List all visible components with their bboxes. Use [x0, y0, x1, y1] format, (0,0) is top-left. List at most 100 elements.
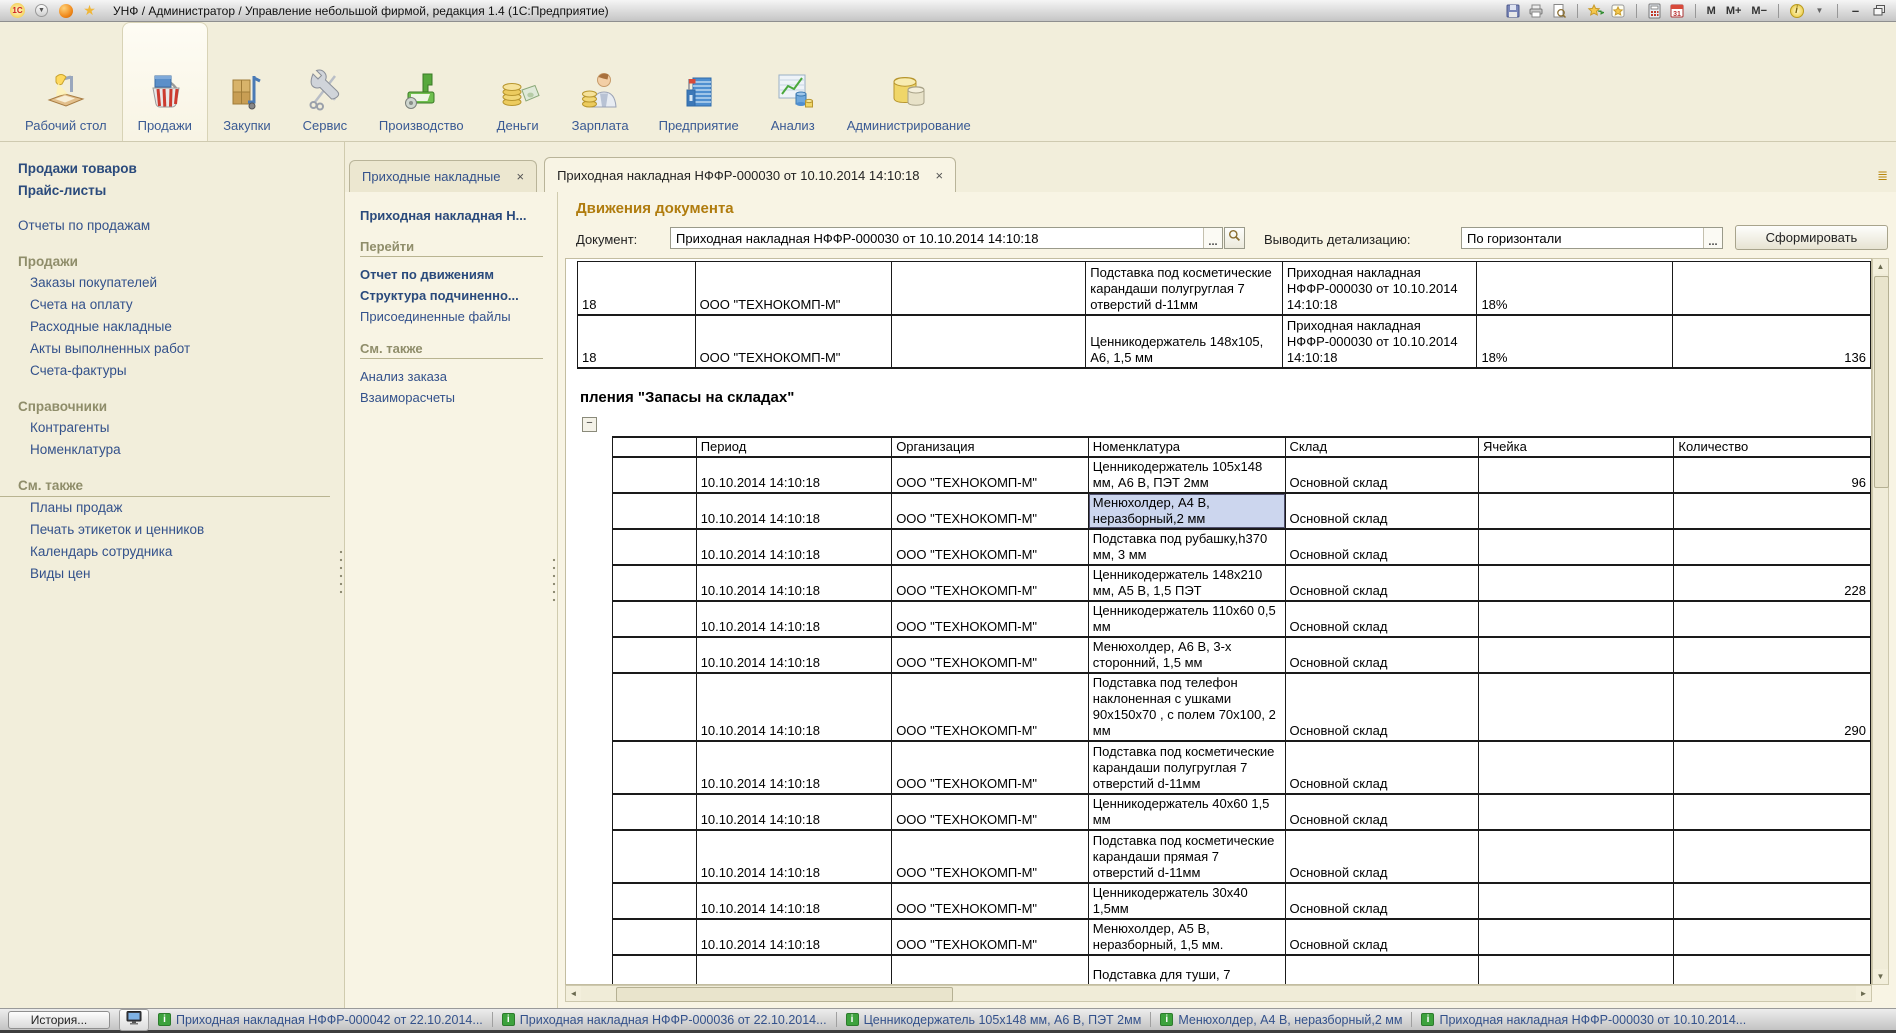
report-cell[interactable] [613, 830, 697, 883]
report-column-header[interactable]: Номенклатура [1088, 437, 1285, 457]
report-cell[interactable] [1478, 565, 1673, 601]
report-cell[interactable]: 18 [578, 262, 696, 315]
report-cell[interactable]: 18 [578, 315, 696, 368]
report-cell[interactable]: 10.10.2014 14:10:18 [696, 637, 892, 673]
selected-report-cell[interactable]: Менюхолдер, А4 В, неразборный,2 мм [1088, 493, 1285, 529]
scroll-right-icon[interactable]: ► [1856, 986, 1871, 1001]
report-cell[interactable]: 96 [1674, 457, 1871, 493]
report-cell[interactable] [892, 315, 1086, 368]
report-cell[interactable] [1674, 601, 1871, 637]
report-cell[interactable]: Основной склад [1285, 637, 1478, 673]
ribbon-tab-sales[interactable]: Продажи [122, 22, 208, 141]
favorites-list-icon[interactable] [1609, 2, 1628, 19]
taskbar-item[interactable]: iЦенникодержатель 105х148 мм, А6 В, ПЭТ … [846, 1013, 1142, 1027]
report-cell[interactable] [1674, 529, 1871, 565]
report-cell[interactable]: Основной склад [1285, 794, 1478, 830]
sidebar-item[interactable]: Счета на оплату [0, 294, 344, 316]
report-cell[interactable] [613, 565, 697, 601]
report-cell[interactable]: 10.10.2014 14:10:18 [696, 457, 892, 493]
report-cell[interactable] [613, 529, 697, 565]
report-cell[interactable]: Ценникодержатель 30х40 1,5мм [1088, 883, 1285, 919]
report-cell[interactable]: Ценникодержатель 148х210 мм, А5 В, 1,5 П… [1088, 565, 1285, 601]
calendar-icon[interactable]: 31 [1668, 2, 1687, 19]
report-cell[interactable] [1478, 830, 1673, 883]
report-column-header[interactable] [613, 437, 697, 457]
report-cell[interactable]: Менюхолдер, А6 В, 3-х сторонний, 1,5 мм [1088, 637, 1285, 673]
onec-logo-icon[interactable]: 1С [8, 2, 27, 19]
vertical-scroll-thumb[interactable] [1874, 276, 1889, 488]
report-cell[interactable]: Подставка под рубашку,h370 мм, 3 мм [1088, 529, 1285, 565]
report-cell[interactable] [1674, 830, 1871, 883]
report-cell[interactable] [1478, 529, 1673, 565]
report-cell[interactable] [613, 955, 697, 985]
report-cell[interactable] [1478, 955, 1673, 985]
report-cell[interactable]: Подставка под телефон наклоненная с ушка… [1088, 673, 1285, 741]
report-cell[interactable] [1674, 794, 1871, 830]
taskbar-item[interactable]: iПриходная накладная НФФР-000042 от 22.1… [158, 1013, 483, 1027]
report-column-header[interactable]: Период [696, 437, 892, 457]
report-cell[interactable]: Основной склад [1285, 601, 1478, 637]
report-cell[interactable]: 18% [1477, 315, 1672, 368]
document-open-button[interactable] [1224, 227, 1245, 249]
sidebar-item[interactable]: Расходные накладные [0, 316, 344, 338]
report-cell[interactable] [1478, 919, 1673, 955]
memory-recall-button[interactable]: M [1704, 5, 1719, 17]
ribbon-tab-service[interactable]: Сервис [286, 22, 364, 141]
report-cell[interactable]: ООО "ТЕХНОКОМП-М" [892, 794, 1089, 830]
report-cell[interactable] [1478, 794, 1673, 830]
report-cell[interactable] [613, 601, 697, 637]
detail-field[interactable]: По горизонтали ... [1461, 227, 1723, 249]
report-cell[interactable]: ООО "ТЕХНОКОМП-М" [892, 741, 1089, 794]
taskbar-item[interactable]: iПриходная накладная НФФР-000030 от 10.1… [1421, 1013, 1746, 1027]
report-cell[interactable] [1674, 637, 1871, 673]
nav-link[interactable]: Анализ заказа [360, 366, 557, 387]
report-cell[interactable] [1674, 955, 1871, 985]
report-cell[interactable]: ООО "ТЕХНОКОМП-М" [892, 601, 1089, 637]
sidebar-item[interactable]: Отчеты по продажам [0, 215, 344, 237]
report-cell[interactable]: Ценникодержатель 105х148 мм, А6 В, ПЭТ 2… [1088, 457, 1285, 493]
sidebar-item[interactable]: Заказы покупателей [0, 272, 344, 294]
document-select-button[interactable]: ... [1203, 228, 1222, 248]
show-desktop-button[interactable] [119, 1009, 149, 1031]
report-cell[interactable]: Подставка под косметические карандаши по… [1088, 741, 1285, 794]
report-cell[interactable]: 10.10.2014 14:10:18 [696, 794, 892, 830]
collapse-group-button[interactable]: − [582, 417, 597, 432]
report-cell[interactable]: Основной склад [1285, 457, 1478, 493]
favorites-star-icon[interactable]: ★ [80, 2, 99, 19]
report-cell[interactable]: 10.10.2014 14:10:18 [696, 529, 892, 565]
report-cell[interactable]: Приходная накладная НФФР-000030 от 10.10… [1282, 315, 1477, 368]
navpanel-splitter-grip[interactable] [552, 556, 556, 606]
report-cell[interactable]: 136 [1672, 315, 1870, 368]
ribbon-tab-salary[interactable]: Зарплата [557, 22, 644, 141]
report-cell[interactable]: ООО "ТЕХНОКОМП-М" [695, 315, 892, 368]
tab-incoming-invoices[interactable]: Приходные накладные× [349, 160, 537, 192]
menu-arrow-icon[interactable]: ▼ [32, 2, 51, 19]
document-field[interactable]: Приходная накладная НФФР-000030 от 10.10… [670, 227, 1223, 249]
report-column-header[interactable]: Организация [892, 437, 1089, 457]
report-cell[interactable]: ООО "ТЕХНОКОМП-М" [892, 955, 1089, 985]
report-cell[interactable]: Основной склад [1285, 830, 1478, 883]
report-cell[interactable]: ООО "ТЕХНОКОМП-М" [695, 262, 892, 315]
report-cell[interactable]: 10.10.2014 14:10:18 [696, 830, 892, 883]
report-cell[interactable]: ООО "ТЕХНОКОМП-М" [892, 673, 1089, 741]
sidebar-item[interactable]: Продажи товаров [0, 158, 344, 180]
tab-document-movements[interactable]: Приходная накладная НФФР-000030 от 10.10… [544, 157, 956, 192]
report-cell[interactable]: Ценникодержатель 110х60 0,5 мм [1088, 601, 1285, 637]
ribbon-tab-purchases[interactable]: Закупки [208, 22, 286, 141]
minimize-icon[interactable]: – [1846, 2, 1865, 19]
report-cell[interactable]: ООО "ТЕХНОКОМП-М" [892, 565, 1089, 601]
report-cell[interactable] [613, 919, 697, 955]
report-cell[interactable] [1478, 493, 1673, 529]
ribbon-tab-analysis[interactable]: Анализ [754, 22, 832, 141]
report-cell[interactable] [892, 262, 1086, 315]
report-cell[interactable] [1674, 919, 1871, 955]
report-column-header[interactable]: Склад [1285, 437, 1478, 457]
report-cell[interactable]: ООО "ТЕХНОКОМП-М" [892, 637, 1089, 673]
print-preview-icon[interactable] [1550, 2, 1569, 19]
report-cell[interactable]: 10.10.2014 14:10:18 [696, 493, 892, 529]
save-icon[interactable] [1504, 2, 1523, 19]
report-cell[interactable]: Основной склад [1285, 741, 1478, 794]
sidebar-item[interactable]: Номенклатура [0, 439, 344, 461]
report-cell[interactable]: Основной склад [1285, 955, 1478, 985]
report-cell[interactable]: Основной склад [1285, 529, 1478, 565]
